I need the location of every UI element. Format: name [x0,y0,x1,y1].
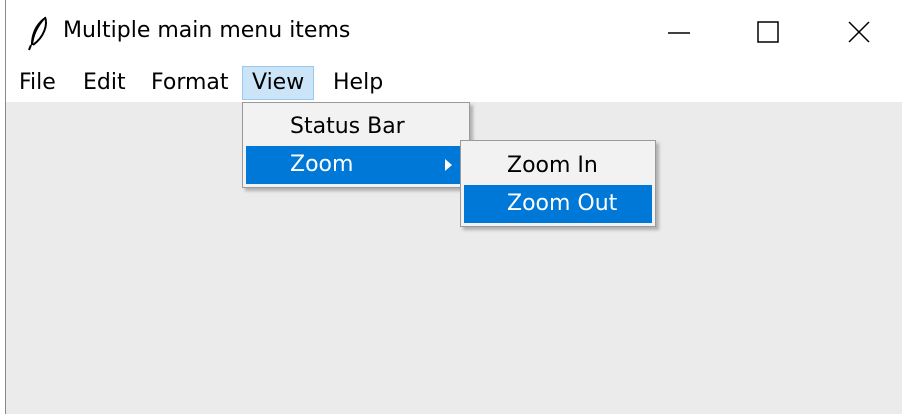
window-title: Multiple main menu items [63,18,351,43]
maximize-button[interactable] [725,0,817,66]
menu-help[interactable]: Help [323,66,393,100]
menu-edit[interactable]: Edit [73,66,136,100]
menu-item-status-bar[interactable]: Status Bar [246,108,466,146]
feather-icon [28,16,47,51]
chevron-right-icon [445,159,452,171]
maximize-icon [757,21,779,43]
menu-item-zoom[interactable]: Zoom [246,146,466,184]
close-icon [848,21,870,43]
menu-format[interactable]: Format [141,66,239,100]
app-window: Multiple main menu items File Edit Forma… [5,0,902,414]
menu-item-zoom-label: Zoom [290,152,354,177]
menu-item-zoom-in[interactable]: Zoom In [464,147,652,185]
title-bar[interactable]: Multiple main menu items [6,0,902,66]
menu-item-zoom-out[interactable]: Zoom Out [464,185,652,223]
minimize-button[interactable] [633,0,725,66]
close-button[interactable] [811,0,902,66]
zoom-submenu-popup: Zoom In Zoom Out [460,140,656,227]
view-menu-popup: Status Bar Zoom [242,102,470,188]
menu-file[interactable]: File [9,66,66,100]
minimize-icon [668,32,690,34]
menu-view[interactable]: View [242,66,315,100]
menu-bar: File Edit Format View Help [6,66,902,102]
